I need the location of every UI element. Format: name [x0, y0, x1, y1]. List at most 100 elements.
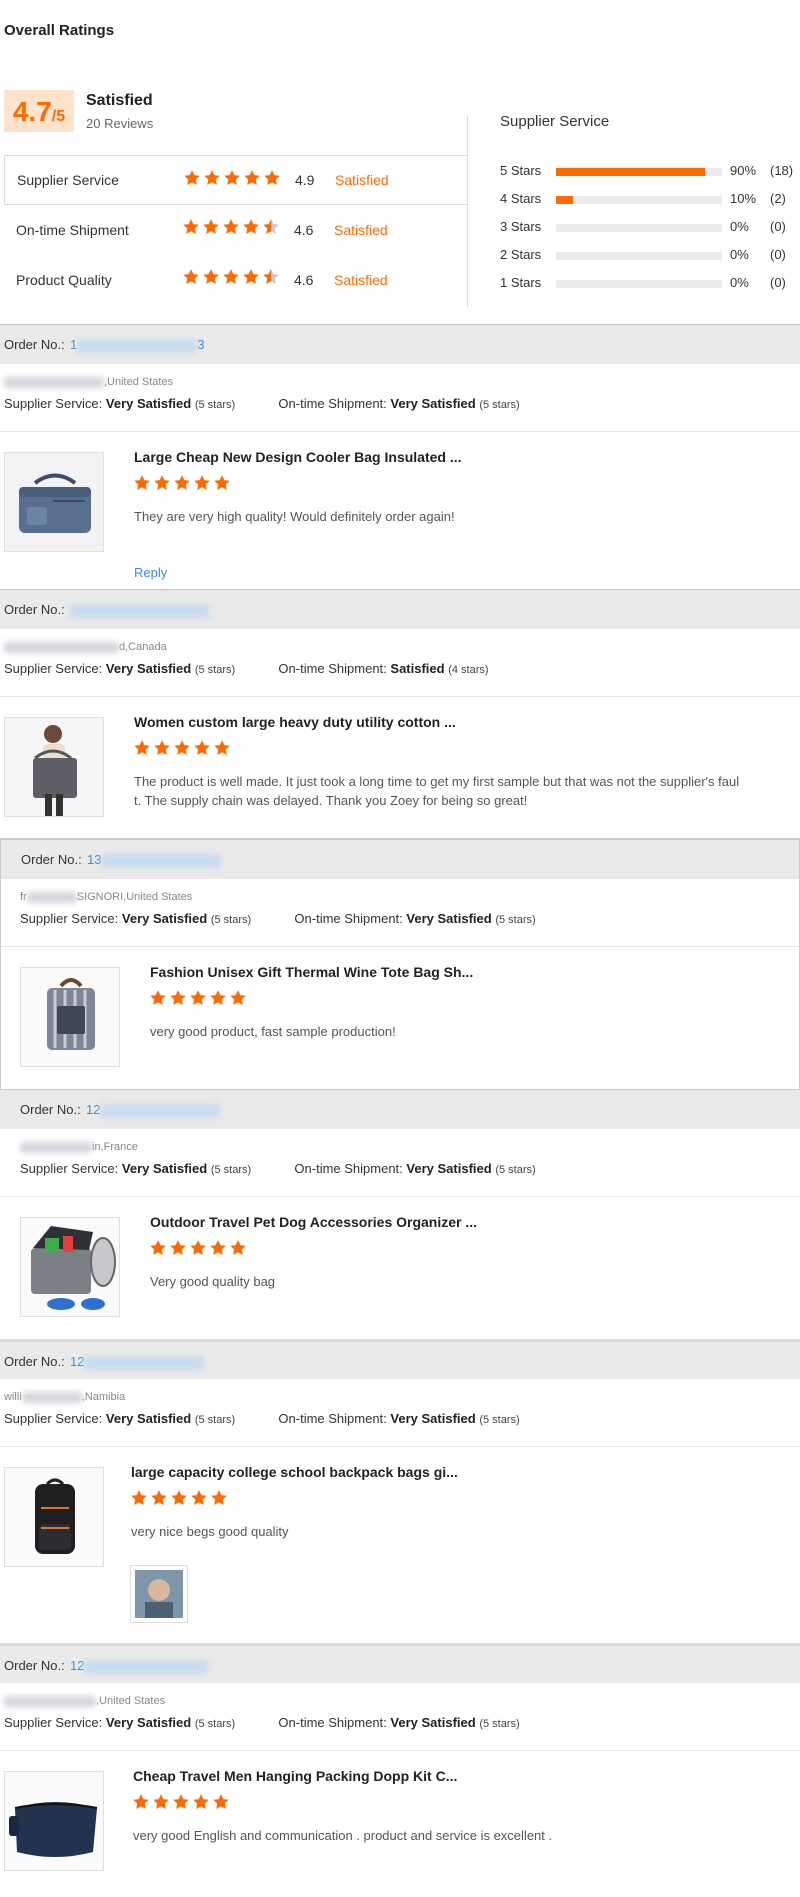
- product-thumbnail[interactable]: [4, 1467, 104, 1567]
- distribution-percent: 90%: [730, 163, 757, 178]
- star-icon: [230, 990, 246, 1005]
- product-title[interactable]: Cheap Travel Men Hanging Packing Dopp Ki…: [133, 1768, 457, 1784]
- product-title[interactable]: Women custom large heavy duty utility co…: [134, 714, 456, 730]
- order-header: Order No.: 12: [0, 1339, 800, 1379]
- star-icon: [191, 1490, 207, 1505]
- review-comment: They are very high quality! Would defini…: [134, 509, 455, 524]
- star-icon: [203, 269, 219, 284]
- order-number[interactable]: 12: [70, 1354, 205, 1370]
- star-icon: [223, 269, 239, 284]
- separator: [0, 1750, 800, 1751]
- product-title[interactable]: Outdoor Travel Pet Dog Accessories Organ…: [150, 1214, 477, 1230]
- star-icon: [263, 269, 279, 284]
- order-number[interactable]: [70, 602, 210, 618]
- star-icon: [183, 219, 199, 234]
- buyer-info: ,United States: [4, 376, 173, 388]
- buyer-info: ,United States: [4, 1695, 165, 1707]
- buyer-info: fr SIGNORI,United States: [20, 891, 193, 903]
- metric-status: Satisfied: [335, 172, 389, 188]
- overall-score: 4.7: [12, 96, 52, 127]
- star-icon: [170, 990, 186, 1005]
- distribution-row-3: 3 Stars 0% (0): [500, 217, 800, 237]
- overall-score-badge: 4.7/5: [4, 90, 74, 132]
- summary-divider: [467, 115, 468, 307]
- distribution-percent: 0%: [730, 247, 749, 262]
- rating-line: Supplier Service: Very Satisfied (5 star…: [4, 1715, 520, 1730]
- star-icon: [210, 1240, 226, 1255]
- distribution-title: Supplier Service: [500, 113, 610, 130]
- distribution-row-5: 5 Stars 90% (18): [500, 161, 800, 181]
- distribution-bar-track: [556, 196, 722, 204]
- star-icon: [190, 1240, 206, 1255]
- star-icon: [151, 1490, 167, 1505]
- buyer-photo[interactable]: [130, 1565, 188, 1623]
- distribution-bar-track: [556, 224, 722, 232]
- product-thumbnail[interactable]: [4, 1771, 104, 1871]
- product-thumbnail[interactable]: [20, 1217, 120, 1317]
- review-count: 20 Reviews: [86, 116, 154, 131]
- overall-ratings-title: Overall Ratings: [4, 22, 115, 39]
- star-icon: [134, 740, 150, 755]
- distribution-row-4: 4 Stars 10% (2): [500, 189, 800, 209]
- order-header: Order No.:: [0, 589, 800, 629]
- review-comment: The product is well made. It just took a…: [134, 774, 740, 808]
- metric-row-product-quality: Product Quality 4.6 Satisfied: [4, 255, 468, 305]
- star-icon: [171, 1490, 187, 1505]
- pet-organizer-icon: [21, 1218, 119, 1316]
- product-thumbnail[interactable]: [4, 717, 104, 817]
- rating-line: Supplier Service: Very Satisfied (5 star…: [4, 1411, 520, 1426]
- star-icon: [150, 1240, 166, 1255]
- cooler-bag-icon: [5, 453, 103, 551]
- metric-row-supplier-service: Supplier Service 4.9 Satisfied: [4, 155, 468, 205]
- order-label: Order No.:: [4, 1354, 65, 1369]
- backpack-icon: [5, 1468, 103, 1566]
- review-stars: [133, 474, 233, 495]
- star-icon: [243, 219, 259, 234]
- star-icon: [210, 990, 226, 1005]
- star-icon: [224, 170, 240, 185]
- distribution-count: (2): [770, 191, 786, 206]
- star-icon: [194, 740, 210, 755]
- product-thumbnail[interactable]: [20, 967, 120, 1067]
- distribution-count: (0): [770, 247, 786, 262]
- order-number[interactable]: 13: [87, 852, 222, 868]
- product-title[interactable]: Fashion Unisex Gift Thermal Wine Tote Ba…: [150, 964, 473, 980]
- metric-status: Satisfied: [334, 222, 388, 238]
- distribution-count: (18): [770, 163, 794, 178]
- order-label: Order No.:: [21, 852, 82, 867]
- order-number[interactable]: 12: [70, 1658, 209, 1674]
- product-title[interactable]: Large Cheap New Design Cooler Bag Insula…: [134, 449, 462, 465]
- order-label: Order No.:: [4, 602, 65, 617]
- star-icon: [174, 475, 190, 490]
- metric-row-on-time-shipment: On-time Shipment 4.6 Satisfied: [4, 205, 468, 255]
- order-number[interactable]: 13: [70, 337, 204, 353]
- star-icon: [154, 475, 170, 490]
- star-icon: [174, 740, 190, 755]
- star-icon: [131, 1490, 147, 1505]
- star-icon: [150, 990, 166, 1005]
- review-comment: Very good quality bag: [150, 1274, 276, 1289]
- star-icon: [173, 1794, 189, 1809]
- order-label: Order No.:: [4, 1658, 65, 1673]
- star-icon: [133, 1794, 149, 1809]
- rating-line: Supplier Service: Very Satisfied (5 star…: [20, 1161, 536, 1176]
- product-thumbnail[interactable]: [4, 452, 104, 552]
- distribution-count: (0): [770, 275, 786, 290]
- overall-label: Satisfied: [86, 92, 153, 109]
- order-number[interactable]: 12: [86, 1102, 221, 1118]
- distribution-label: 2 Stars: [500, 247, 542, 262]
- order-header: Order No.: 13: [0, 324, 800, 364]
- distribution-row-2: 2 Stars 0% (0): [500, 245, 800, 265]
- dopp-kit-icon: [5, 1772, 103, 1870]
- distribution-label: 4 Stars: [500, 191, 542, 206]
- separator: [0, 696, 800, 697]
- order-header: Order No.: 12: [0, 1089, 800, 1129]
- star-icon: [203, 219, 219, 234]
- distribution-row-1: 1 Stars 0% (0): [500, 273, 800, 293]
- separator: [0, 431, 800, 432]
- review-item: Order No.: 12 ,United States Supplier Se…: [0, 1643, 800, 1897]
- rating-line: Supplier Service: Very Satisfied (5 star…: [20, 911, 536, 926]
- product-title[interactable]: large capacity college school backpack b…: [131, 1464, 458, 1480]
- separator: [0, 1196, 800, 1197]
- reply-link[interactable]: Reply: [134, 565, 167, 580]
